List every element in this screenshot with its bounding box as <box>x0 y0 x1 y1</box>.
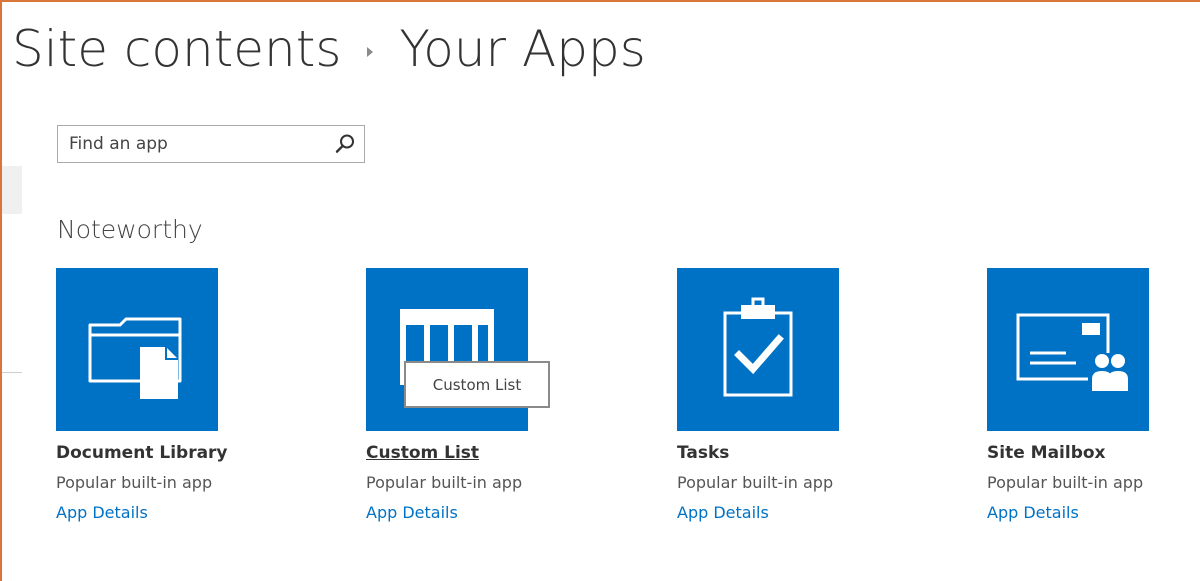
app-details-link[interactable]: App Details <box>56 503 148 523</box>
app-tile-document-library: Document Library Popular built-in app Ap… <box>56 268 316 523</box>
find-app-search-box <box>57 125 365 163</box>
frame-left-border <box>0 0 2 581</box>
app-tile-image[interactable] <box>987 268 1149 431</box>
section-heading-noteworthy: Noteworthy <box>57 215 203 244</box>
app-details-link[interactable]: App Details <box>366 503 458 523</box>
app-tile-site-mailbox: Site Mailbox Popular built-in app App De… <box>987 268 1200 523</box>
hover-tooltip: Custom List <box>404 361 550 408</box>
find-app-input[interactable] <box>58 126 329 162</box>
app-name[interactable]: Tasks <box>677 442 937 464</box>
app-tile-image[interactable] <box>677 268 839 431</box>
side-nav-tab[interactable] <box>2 166 22 214</box>
app-subtitle: Popular built-in app <box>366 473 523 492</box>
side-divider <box>2 372 22 373</box>
app-details-link[interactable]: App Details <box>987 503 1079 523</box>
app-name[interactable]: Document Library <box>56 442 316 464</box>
document-library-icon <box>88 317 182 399</box>
breadcrumb-separator-icon <box>367 47 374 57</box>
app-subtitle: Popular built-in app <box>987 473 1144 492</box>
app-details-link[interactable]: App Details <box>677 503 769 523</box>
page-title: Site contents Your Apps <box>12 14 646 84</box>
site-mailbox-icon <box>1016 313 1128 391</box>
app-name[interactable]: Site Mailbox <box>987 442 1200 464</box>
app-name[interactable]: Custom List <box>366 442 626 464</box>
breadcrumb-site-contents[interactable]: Site contents <box>12 20 341 78</box>
breadcrumb-your-apps: Your Apps <box>399 20 646 78</box>
frame-top-border <box>0 0 1200 2</box>
app-tile-tasks: Tasks Popular built-in app App Details <box>677 268 937 523</box>
app-tile-image[interactable] <box>56 268 218 431</box>
search-icon[interactable] <box>330 130 360 158</box>
app-subtitle: Popular built-in app <box>56 473 213 492</box>
tasks-icon <box>723 297 793 396</box>
app-subtitle: Popular built-in app <box>677 473 834 492</box>
